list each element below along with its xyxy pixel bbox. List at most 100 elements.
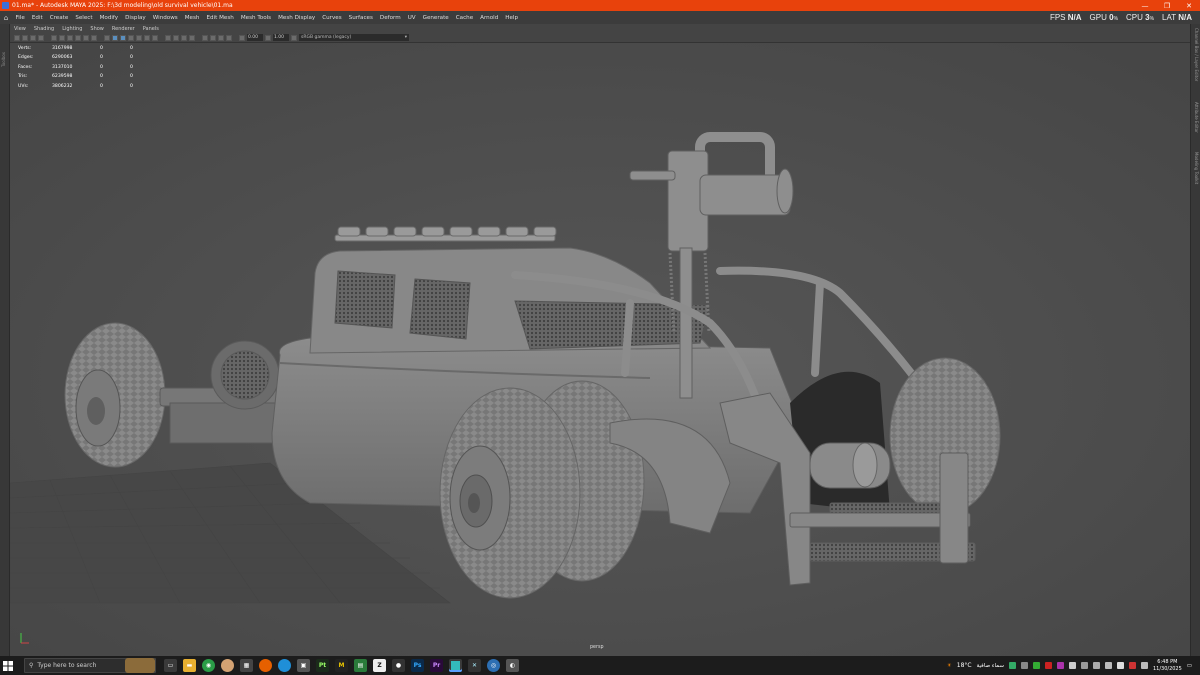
grid-icon[interactable] bbox=[51, 34, 57, 41]
attribute-editor-tab[interactable]: Attribute Editor bbox=[1194, 102, 1199, 133]
textured-icon[interactable] bbox=[136, 34, 142, 41]
premiere-icon[interactable]: Pr bbox=[430, 659, 443, 672]
start-button[interactable] bbox=[0, 656, 16, 675]
menu-edit-mesh[interactable]: Edit Mesh bbox=[203, 15, 237, 21]
tray-usb-icon[interactable] bbox=[1092, 662, 1100, 669]
tray-app-red-icon[interactable] bbox=[1128, 662, 1136, 669]
chrome-icon[interactable]: ◉ bbox=[202, 659, 215, 672]
panel-menu-view[interactable]: View bbox=[10, 26, 30, 32]
firefox-icon[interactable] bbox=[259, 659, 272, 672]
tray-drive-icon[interactable] bbox=[1020, 662, 1028, 669]
menu-surfaces[interactable]: Surfaces bbox=[345, 15, 376, 21]
notification-icon[interactable]: ▭ bbox=[1187, 663, 1192, 669]
menu-select[interactable]: Select bbox=[72, 15, 96, 21]
panel-menu-panels[interactable]: Panels bbox=[139, 26, 163, 32]
film-gate-icon[interactable] bbox=[59, 34, 65, 41]
select-camera-icon[interactable] bbox=[14, 34, 20, 41]
shadows-icon[interactable] bbox=[152, 34, 158, 41]
xray-components-icon[interactable] bbox=[226, 34, 232, 41]
tray-volume-icon[interactable] bbox=[1116, 662, 1124, 669]
menu-mesh[interactable]: Mesh bbox=[181, 15, 203, 21]
menu-windows[interactable]: Windows bbox=[149, 15, 181, 21]
tray-network-icon[interactable] bbox=[1104, 662, 1112, 669]
multisample-aa-icon[interactable] bbox=[181, 34, 187, 41]
image-plane-icon[interactable] bbox=[38, 34, 44, 41]
tray-antivirus-icon[interactable] bbox=[1044, 662, 1052, 669]
bookmark-icon[interactable] bbox=[30, 34, 36, 41]
tray-cloud-icon[interactable] bbox=[1068, 662, 1076, 669]
resolution-gate-icon[interactable] bbox=[67, 34, 73, 41]
view-transform-dropdown[interactable]: sRGB gamma (legacy) ▾ bbox=[299, 34, 409, 41]
panel-menu-lighting[interactable]: Lighting bbox=[58, 26, 86, 32]
home-icon[interactable]: ⌂ bbox=[0, 14, 12, 22]
wireframe-on-shaded-icon[interactable] bbox=[128, 34, 134, 41]
profile-app-icon[interactable] bbox=[221, 659, 234, 672]
media-app-icon[interactable]: ▦ bbox=[240, 659, 253, 672]
menu-display[interactable]: Display bbox=[122, 15, 150, 21]
ambient-occlusion-icon[interactable] bbox=[165, 34, 171, 41]
exposure-icon[interactable] bbox=[239, 34, 245, 41]
camera-attributes-icon[interactable] bbox=[22, 34, 28, 41]
system-clock[interactable]: 6:48 PM 11/30/2025 bbox=[1153, 659, 1182, 673]
store-icon[interactable]: ▣ bbox=[297, 659, 310, 672]
menu-generate[interactable]: Generate bbox=[419, 15, 452, 21]
gamma-field[interactable]: 1.00 bbox=[273, 34, 289, 41]
channel-box-tab[interactable]: Channel Box / Layer Editor bbox=[1194, 28, 1199, 81]
motion-blur-icon[interactable] bbox=[173, 34, 179, 41]
excel-icon[interactable]: ▤ bbox=[354, 659, 367, 672]
menu-curves[interactable]: Curves bbox=[319, 15, 345, 21]
marmoset-icon[interactable]: M bbox=[335, 659, 348, 672]
color-management-icon[interactable] bbox=[291, 34, 297, 41]
close-button[interactable]: ✕ bbox=[1178, 0, 1200, 11]
tools-icon[interactable]: ✕ bbox=[468, 659, 481, 672]
safe-action-icon[interactable] bbox=[91, 34, 97, 41]
perspective-viewport[interactable]: Verts: 3167998 0 0 Edges: 6290063 0 0 Faces: 31… bbox=[10, 43, 1190, 656]
field-chart-icon[interactable] bbox=[83, 34, 89, 41]
toolbox-strip[interactable]: Toolbox bbox=[0, 24, 10, 656]
menu-edit[interactable]: Edit bbox=[28, 15, 46, 21]
tray-bluetooth-icon[interactable] bbox=[1080, 662, 1088, 669]
minimize-button[interactable]: — bbox=[1134, 0, 1156, 11]
menu-deform[interactable]: Deform bbox=[376, 15, 404, 21]
maya-taskbar-icon[interactable] bbox=[449, 659, 462, 672]
file-explorer-icon[interactable]: ▬ bbox=[183, 659, 196, 672]
task-view-icon[interactable]: ▭ bbox=[164, 659, 177, 672]
menu-create[interactable]: Create bbox=[46, 15, 72, 21]
menu-mesh-tools[interactable]: Mesh Tools bbox=[237, 15, 274, 21]
panel-menu-shading[interactable]: Shading bbox=[30, 26, 58, 32]
smooth-shade-icon[interactable] bbox=[112, 34, 118, 41]
panel-menu-show[interactable]: Show bbox=[86, 26, 108, 32]
menu-arnold[interactable]: Arnold bbox=[477, 15, 502, 21]
edge-icon[interactable] bbox=[278, 659, 291, 672]
steam-icon[interactable]: ◎ bbox=[487, 659, 500, 672]
menu-mesh-display[interactable]: Mesh Display bbox=[275, 15, 319, 21]
tray-discord-icon[interactable] bbox=[1056, 662, 1064, 669]
maximize-button[interactable]: ❐ bbox=[1156, 0, 1178, 11]
zbrush-icon[interactable]: Z bbox=[373, 659, 386, 672]
render-app-icon[interactable]: ◐ bbox=[506, 659, 519, 672]
photoshop-icon[interactable]: Ps bbox=[411, 659, 424, 672]
weather-icon[interactable]: ☀ bbox=[947, 663, 952, 669]
obs-icon[interactable]: ● bbox=[392, 659, 405, 672]
isolate-select-icon[interactable] bbox=[202, 34, 208, 41]
tray-nvidia-icon[interactable] bbox=[1032, 662, 1040, 669]
tray-app-icon[interactable] bbox=[1008, 662, 1016, 669]
gate-mask-icon[interactable] bbox=[75, 34, 81, 41]
xray-joints-icon[interactable] bbox=[218, 34, 224, 41]
exposure-field[interactable]: 0.00 bbox=[247, 34, 263, 41]
menu-help[interactable]: Help bbox=[502, 15, 522, 21]
menu-cache[interactable]: Cache bbox=[452, 15, 476, 21]
modeling-toolkit-tab[interactable]: Modeling Toolkit bbox=[1194, 152, 1199, 184]
wireframe-icon[interactable] bbox=[104, 34, 110, 41]
default-material-icon[interactable] bbox=[120, 34, 126, 41]
xray-icon[interactable] bbox=[210, 34, 216, 41]
taskbar-search-box[interactable]: ⚲ Type here to search bbox=[24, 658, 156, 673]
menu-modify[interactable]: Modify bbox=[96, 15, 122, 21]
use-all-lights-icon[interactable] bbox=[144, 34, 150, 41]
menu-uv[interactable]: UV bbox=[404, 15, 419, 21]
gamma-icon[interactable] bbox=[265, 34, 271, 41]
substance-painter-icon[interactable]: Pt bbox=[316, 659, 329, 672]
depth-of-field-icon[interactable] bbox=[189, 34, 195, 41]
tray-keyboard-icon[interactable] bbox=[1140, 662, 1148, 669]
menu-file[interactable]: File bbox=[12, 15, 28, 21]
